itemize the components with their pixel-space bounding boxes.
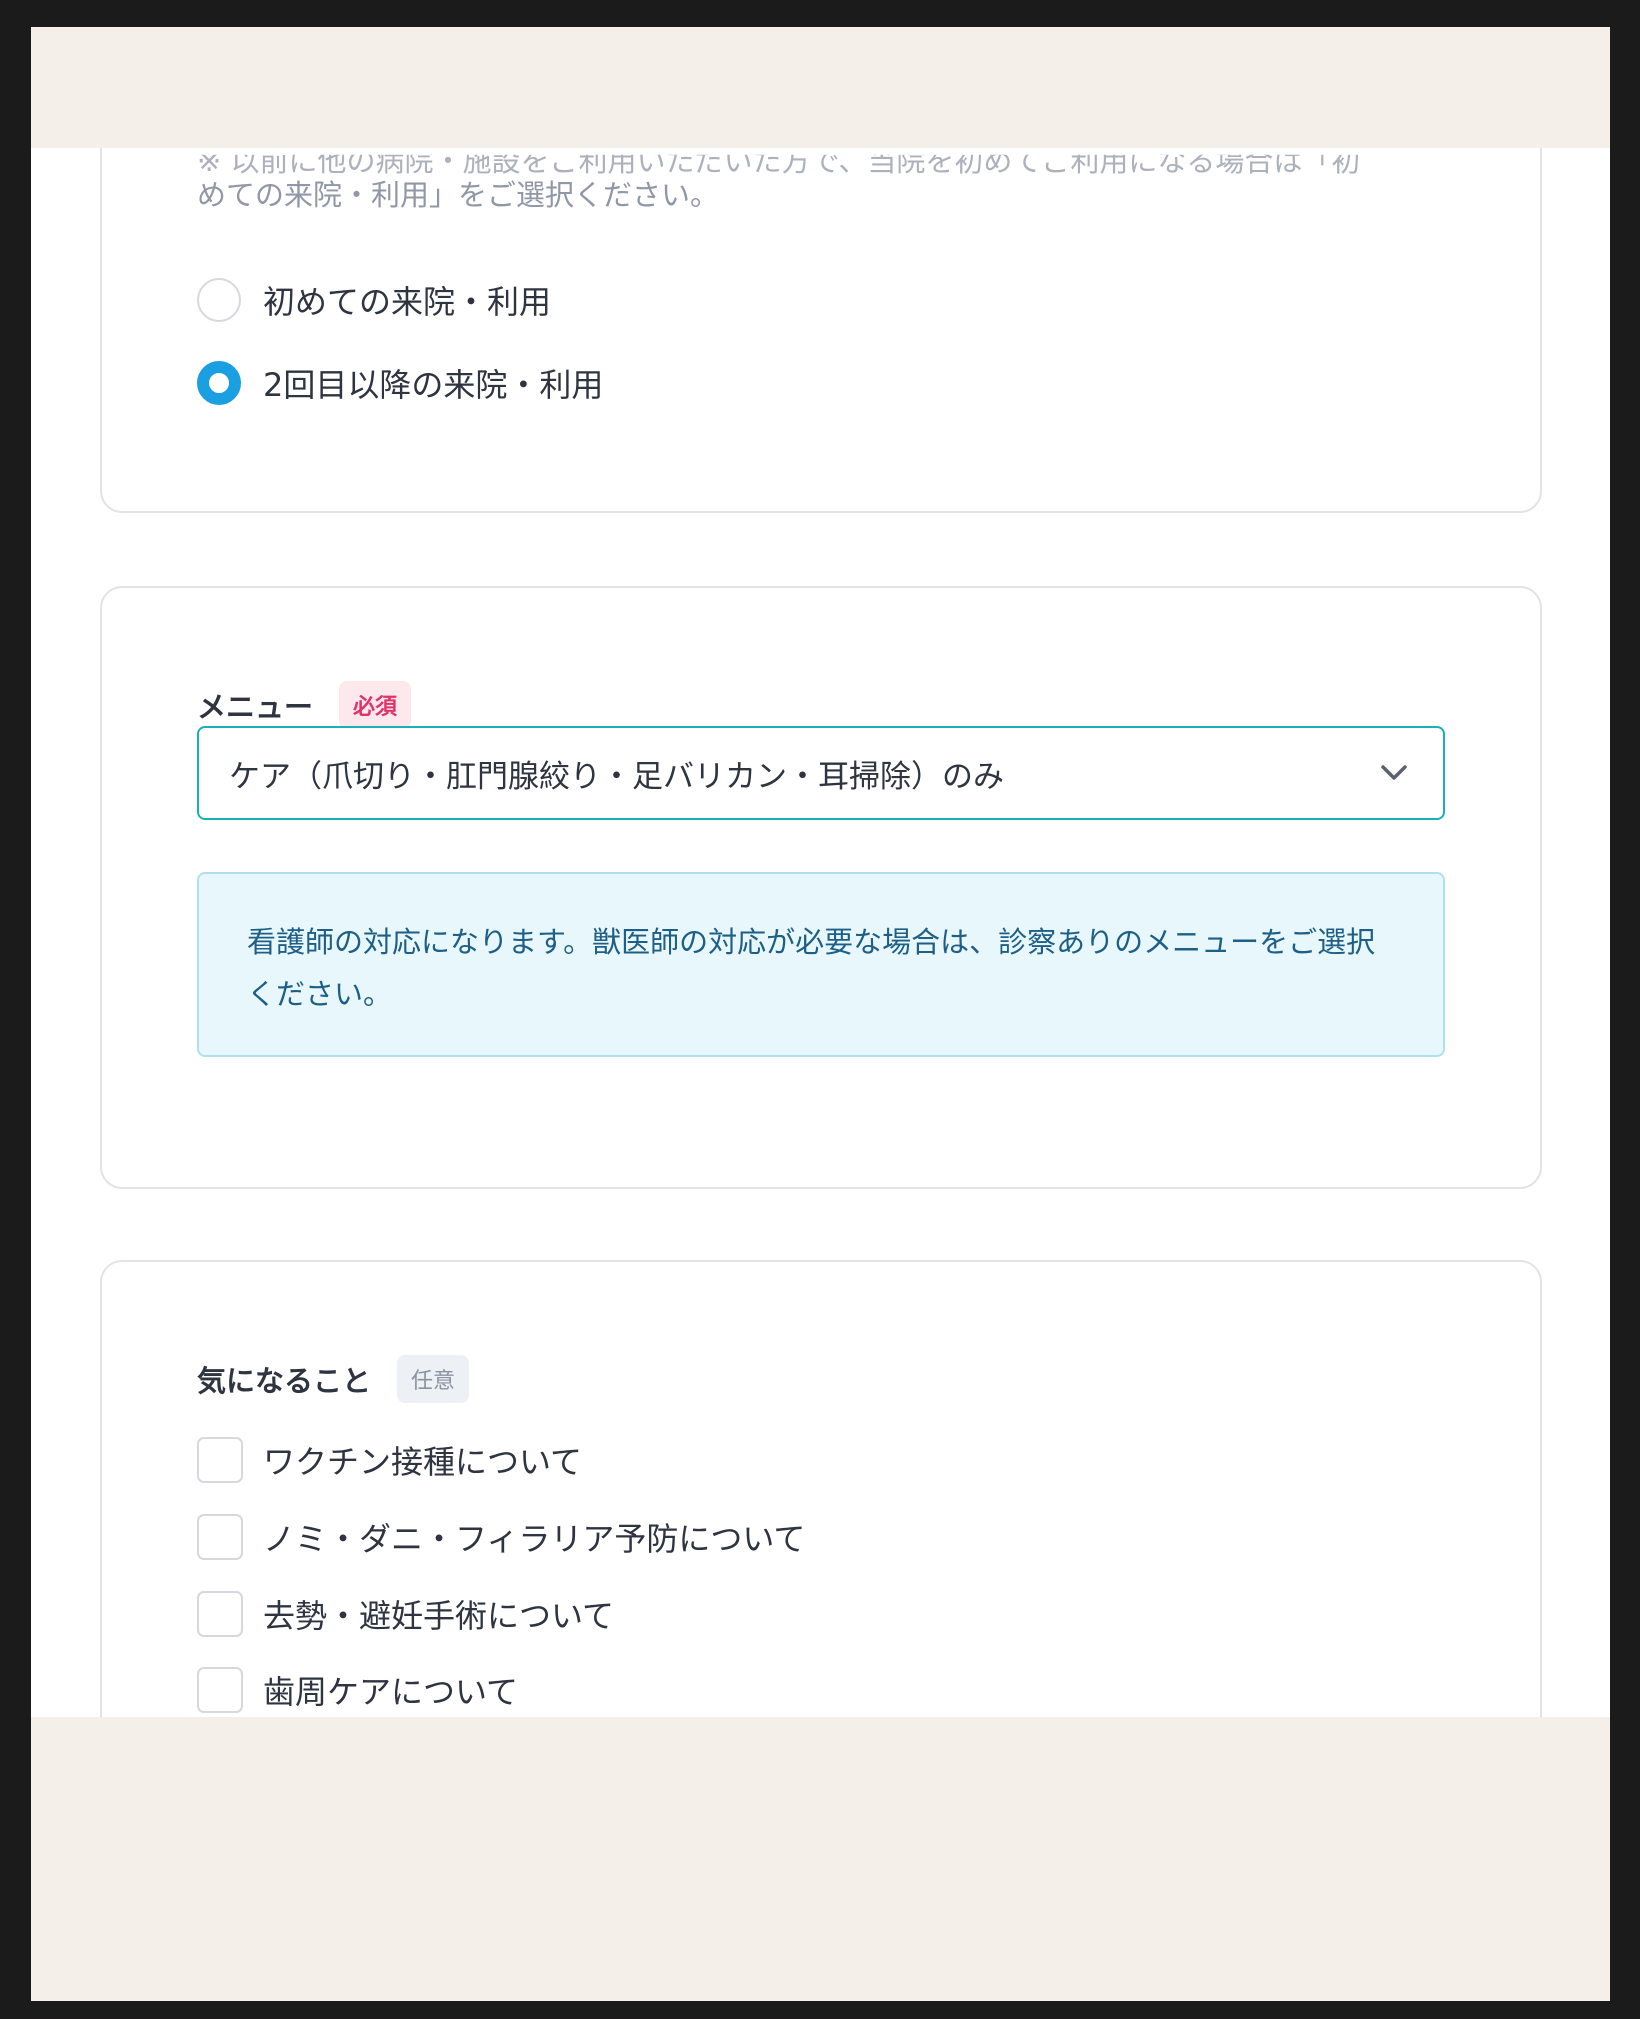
chevron-down-icon [1379, 758, 1409, 788]
checkbox-label: ワクチン接種について [263, 1443, 583, 1481]
radio-option-repeat-visit[interactable]: 2回目以降の来院・利用 [197, 360, 603, 406]
form-scroll-area[interactable]: ※ 以前に他の病院・施設をご利用いただいた方で、当院を初めてご利用になる場合は「… [31, 148, 1610, 1717]
browser-viewport: ※ 以前に他の病院・施設をご利用いただいた方で、当院を初めてご利用になる場合は「… [31, 27, 1610, 2001]
menu-notice-text: 看護師の対応になります。獣医師の対応が必要な場合は、診察ありのメニューをご選択く… [247, 925, 1376, 1011]
concerns-label: 気になること [197, 1364, 372, 1398]
radio-button-selected[interactable] [197, 361, 241, 405]
radio-label: 2回目以降の来院・利用 [263, 366, 604, 404]
checkbox-option-dental[interactable]: 歯周ケアについて [197, 1667, 518, 1713]
radio-option-first-visit[interactable]: 初めての来院・利用 [197, 277, 551, 323]
checkbox[interactable] [197, 1667, 243, 1713]
menu-field-title: メニュー 必須 [197, 681, 412, 729]
checkbox-option-flea-tick[interactable]: ノミ・ダニ・フィラリア予防について [197, 1514, 805, 1560]
optional-badge: 任意 [397, 1355, 470, 1403]
checkbox-label: 去勢・避妊手術について [263, 1597, 615, 1635]
menu-select-value: ケア（爪切り・肛門腺絞り・足バリカン・耳掃除）のみ [229, 758, 1004, 795]
visit-description: めての来院・利用」をご選択ください。 [197, 178, 720, 212]
checkbox[interactable] [197, 1514, 243, 1560]
checkbox[interactable] [197, 1591, 243, 1637]
concerns-field-title: 気になること 任意 [197, 1355, 470, 1403]
checkbox-option-vaccination[interactable]: ワクチン接種について [197, 1437, 582, 1483]
radio-label: 初めての来院・利用 [263, 283, 552, 321]
menu-notice: 看護師の対応になります。獣医師の対応が必要な場合は、診察ありのメニューをご選択く… [197, 872, 1445, 1057]
required-badge: 必須 [339, 681, 412, 729]
checkbox-label: ノミ・ダニ・フィラリア予防について [263, 1520, 806, 1558]
checkbox-option-neuter[interactable]: 去勢・避妊手術について [197, 1591, 614, 1637]
checkbox[interactable] [197, 1437, 243, 1483]
menu-label: メニュー [197, 690, 314, 724]
menu-select[interactable]: ケア（爪切り・肛門腺絞り・足バリカン・耳掃除）のみ [197, 726, 1445, 820]
radio-button[interactable] [197, 278, 241, 322]
concerns-card [100, 1260, 1542, 1717]
checkbox-label: 歯周ケアについて [263, 1673, 519, 1711]
